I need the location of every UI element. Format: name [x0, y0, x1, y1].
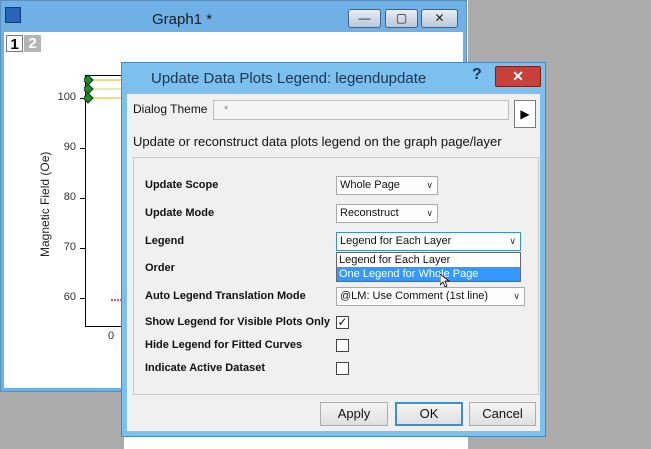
minimize-button[interactable]: — — [348, 9, 381, 28]
update-mode-select[interactable]: Reconstruct ∨ — [336, 204, 438, 223]
show-visible-plots-checkbox[interactable]: ✓ — [336, 316, 349, 329]
y-tick-label: 100 — [57, 91, 76, 103]
legend-label: Legend — [145, 235, 185, 247]
graph-window-icon[interactable] — [5, 7, 21, 23]
legend-dropdown-list: Legend for Each Layer One Legend for Who… — [336, 252, 521, 282]
dropdown-option[interactable]: Legend for Each Layer — [337, 253, 520, 267]
ok-button[interactable]: OK — [395, 402, 463, 426]
indicate-active-dataset-checkbox[interactable] — [336, 362, 349, 375]
help-button[interactable]: ? — [472, 66, 482, 84]
apply-button[interactable]: Apply — [320, 402, 388, 426]
x-tick-label: 0 — [108, 330, 115, 342]
dialog-theme-label: Dialog Theme — [133, 102, 208, 116]
data-marker — [84, 92, 94, 104]
update-mode-label: Update Mode — [145, 207, 215, 219]
chevron-down-icon: ∨ — [426, 180, 433, 190]
desktop-background-bottom — [0, 390, 124, 449]
theme-menu-button[interactable]: ▶ — [514, 100, 536, 128]
order-label: Order — [145, 262, 175, 274]
legend-select[interactable]: Legend for Each Layer ∨ — [336, 232, 521, 251]
close-icon: ✕ — [512, 68, 524, 84]
show-visible-plots-label: Show Legend for Visible Plots Only — [145, 316, 330, 328]
maximize-icon: ▢ — [395, 11, 408, 25]
layer-tab-1[interactable]: 1 — [6, 35, 23, 53]
triangle-right-icon: ▶ — [520, 107, 530, 121]
auto-legend-translation-value: @LM: Use Comment (1st line) — [340, 290, 489, 302]
update-mode-value: Reconstruct — [340, 207, 399, 219]
dialog-description: Update or reconstruct data plots legend … — [133, 134, 502, 149]
layer-tab-2[interactable]: 2 — [24, 35, 41, 52]
hide-fitted-curves-label: Hide Legend for Fitted Curves — [145, 339, 303, 351]
chevron-down-icon: ∨ — [513, 291, 520, 301]
dialog-close-button[interactable]: ✕ — [495, 66, 541, 87]
dropdown-option-highlighted[interactable]: One Legend for Whole Page — [337, 267, 520, 281]
y-axis-label: Magnetic Field (Oe) — [38, 151, 52, 257]
hide-fitted-curves-checkbox[interactable] — [336, 339, 349, 352]
minimize-icon: — — [358, 11, 371, 25]
data-plot — [84, 74, 122, 301]
data-marker — [84, 74, 94, 86]
indicate-active-dataset-label: Indicate Active Dataset — [145, 362, 266, 374]
mouse-cursor-icon — [440, 274, 450, 288]
update-scope-value: Whole Page — [340, 179, 400, 191]
close-button[interactable]: ✕ — [421, 9, 458, 28]
data-marker — [84, 83, 94, 95]
close-icon: ✕ — [434, 11, 445, 25]
update-scope-select[interactable]: Whole Page ∨ — [336, 176, 438, 195]
update-scope-label: Update Scope — [145, 179, 219, 191]
auto-legend-translation-select[interactable]: @LM: Use Comment (1st line) ∨ — [336, 287, 525, 306]
dialog-title: Update Data Plots Legend: legendupdate — [151, 70, 427, 87]
auto-legend-translation-label: Auto Legend Translation Mode — [145, 290, 306, 302]
y-tick-label: 60 — [63, 291, 76, 303]
chevron-down-icon: ∨ — [509, 236, 516, 246]
graph-window-title: Graph1 * — [152, 11, 213, 28]
legend-value: Legend for Each Layer — [340, 235, 452, 247]
dialog-theme-field[interactable]: * — [213, 100, 509, 120]
cancel-button[interactable]: Cancel — [469, 402, 536, 426]
maximize-button[interactable]: ▢ — [385, 9, 418, 28]
chevron-down-icon: ∨ — [426, 208, 433, 218]
